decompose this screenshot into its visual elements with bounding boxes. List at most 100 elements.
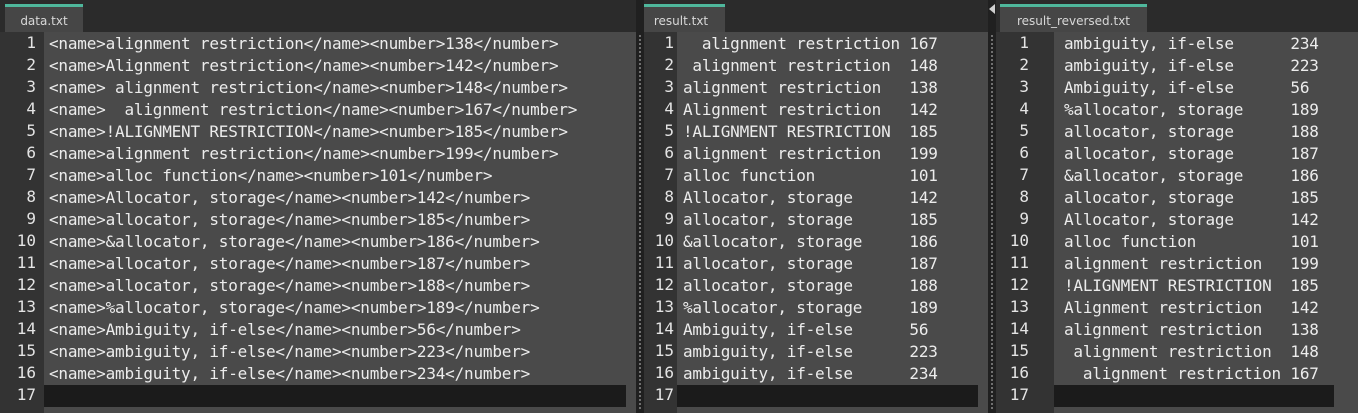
line-number: 8 [1019, 187, 1029, 206]
line-number: 10 [16, 231, 36, 250]
tab-bar: result.txt [644, 0, 988, 32]
editor-pane-result[interactable]: result.txt 1 2 3 4 5 6 7 8 9 10 11 12 13 14 15 16 17 ali… [644, 0, 988, 413]
current-line[interactable] [677, 385, 978, 407]
editor-pane-data[interactable]: data.txt 1 2 3 4 5 6 7 8 9 10 11 12 13 14 15 16 17 <name… [0, 0, 636, 413]
code-line[interactable]: allocator, storage 185 [677, 209, 978, 231]
line-number: 9 [26, 209, 36, 228]
line-number: 17 [16, 385, 36, 404]
text-editor-area[interactable]: alignment restriction 167 alignment rest… [677, 32, 988, 413]
code-line[interactable]: alignment restriction 138 [1054, 319, 1334, 341]
code-line[interactable]: alloc function 101 [677, 165, 978, 187]
line-number: 3 [1019, 77, 1029, 96]
pane-splitter[interactable] [988, 0, 996, 413]
line-number: 16 [654, 363, 674, 382]
line-number: 11 [16, 253, 36, 272]
text-editor-area[interactable]: ambiguity, if-else 234 ambiguity, if-else… [1054, 32, 1358, 413]
code-line[interactable]: <name>ambiguity, if-else</name><number>2… [44, 341, 626, 363]
code-line[interactable]: <name>alloc function</name><number>101</… [44, 165, 626, 187]
code-line[interactable]: %allocator, storage 189 [677, 297, 978, 319]
tab-data-txt[interactable]: data.txt [5, 4, 83, 32]
line-number: 8 [664, 187, 674, 206]
chevron-left-icon[interactable] [989, 4, 995, 14]
line-number: 14 [1009, 319, 1029, 338]
code-line[interactable]: allocator, storage 185 [1054, 187, 1334, 209]
line-number: 4 [26, 99, 36, 118]
code-line[interactable]: <name>Allocator, storage</name><number>1… [44, 187, 626, 209]
code-line[interactable]: <name>%allocator, storage</name><number>… [44, 297, 626, 319]
tab-bar: result_reversed.txt [996, 0, 1358, 32]
code-line[interactable]: <name> alignment restriction</name><numb… [44, 77, 626, 99]
code-line[interactable]: <name>Ambiguity, if-else</name><number>5… [44, 319, 626, 341]
code-line[interactable]: alignment restriction 148 [677, 55, 978, 77]
line-number: 2 [1019, 55, 1029, 74]
code-line[interactable]: <name>allocator, storage</name><number>1… [44, 253, 626, 275]
line-number: 8 [26, 187, 36, 206]
tab-result-txt[interactable]: result.txt [644, 4, 725, 32]
code-line[interactable]: Alignment restriction 142 [1054, 297, 1334, 319]
code-line[interactable]: <name>Alignment restriction</name><numbe… [44, 55, 626, 77]
line-number: 3 [26, 77, 36, 96]
code-line[interactable]: alignment restriction 148 [1054, 341, 1334, 363]
code-line[interactable]: <name>allocator, storage</name><number>1… [44, 275, 626, 297]
code-line[interactable]: alignment restriction 199 [677, 143, 978, 165]
code-line[interactable]: <name>ambiguity, if-else</name><number>2… [44, 363, 626, 385]
line-number: 13 [654, 297, 674, 316]
line-number: 11 [654, 253, 674, 272]
code-line[interactable]: <name>alignment restriction</name><numbe… [44, 33, 626, 55]
line-number: 2 [664, 55, 674, 74]
editor-window: data.txt 1 2 3 4 5 6 7 8 9 10 11 12 13 14 15 16 17 <name… [0, 0, 1358, 413]
editor-pane-result-reversed[interactable]: result_reversed.txt 1 2 3 4 5 6 7 8 9 10 11 12 13 14 1… [996, 0, 1358, 413]
code-line[interactable]: <name>alignment restriction</name><numbe… [44, 143, 626, 165]
pane-splitter[interactable] [636, 0, 644, 413]
tab-bar: data.txt [0, 0, 636, 32]
tab-result-reversed-txt[interactable]: result_reversed.txt [1000, 4, 1147, 32]
line-number-gutter: 1 2 3 4 5 6 7 8 9 10 11 12 13 14 15 16 17 [996, 32, 1054, 413]
code-line[interactable]: allocator, storage 188 [677, 275, 978, 297]
line-number: 15 [654, 341, 674, 360]
code-line[interactable]: Allocator, storage 142 [1054, 209, 1334, 231]
code-line[interactable]: alignment restriction 167 [1054, 363, 1334, 385]
line-number: 14 [16, 319, 36, 338]
code-line[interactable]: <name> alignment restriction</name><numb… [44, 99, 626, 121]
line-number: 2 [26, 55, 36, 74]
line-number: 6 [26, 143, 36, 162]
code-line[interactable]: alloc function 101 [1054, 231, 1334, 253]
line-number: 1 [664, 33, 674, 52]
code-line[interactable]: Allocator, storage 142 [677, 187, 978, 209]
current-line[interactable] [1054, 385, 1334, 407]
line-number: 13 [16, 297, 36, 316]
code-line[interactable]: !ALIGNMENT RESTRICTION 185 [677, 121, 978, 143]
line-number: 14 [654, 319, 674, 338]
code-line[interactable]: ambiguity, if-else 234 [1054, 33, 1334, 55]
code-line[interactable]: ambiguity, if-else 234 [677, 363, 978, 385]
code-line[interactable]: Ambiguity, if-else 56 [677, 319, 978, 341]
code-line[interactable]: allocator, storage 188 [1054, 121, 1334, 143]
code-line[interactable]: ambiguity, if-else 223 [677, 341, 978, 363]
code-line[interactable]: <name>allocator, storage</name><number>1… [44, 209, 626, 231]
line-number: 5 [1019, 121, 1029, 140]
line-number: 9 [1019, 209, 1029, 228]
current-line[interactable] [44, 385, 626, 407]
code-line[interactable]: alignment restriction 167 [677, 33, 978, 55]
code-line[interactable]: Alignment restriction 142 [677, 99, 978, 121]
text-editor-area[interactable]: <name>alignment restriction</name><numbe… [44, 32, 636, 413]
line-number: 12 [1009, 275, 1029, 294]
code-line[interactable]: %allocator, storage 189 [1054, 99, 1334, 121]
line-number: 15 [16, 341, 36, 360]
code-line[interactable]: allocator, storage 187 [677, 253, 978, 275]
line-number: 17 [1009, 385, 1029, 404]
code-line[interactable]: allocator, storage 187 [1054, 143, 1334, 165]
code-line[interactable]: alignment restriction 138 [677, 77, 978, 99]
code-line[interactable]: &allocator, storage 186 [677, 231, 978, 253]
code-line[interactable]: &allocator, storage 186 [1054, 165, 1334, 187]
line-number: 15 [1009, 341, 1029, 360]
code-line[interactable]: Ambiguity, if-else 56 [1054, 77, 1334, 99]
code-line[interactable]: ambiguity, if-else 223 [1054, 55, 1334, 77]
line-number: 4 [664, 99, 674, 118]
line-number: 16 [16, 363, 36, 382]
code-line[interactable]: alignment restriction 199 [1054, 253, 1334, 275]
code-line[interactable]: !ALIGNMENT RESTRICTION 185 [1054, 275, 1334, 297]
line-number: 10 [654, 231, 674, 250]
code-line[interactable]: <name>&allocator, storage</name><number>… [44, 231, 626, 253]
code-line[interactable]: <name>!ALIGNMENT RESTRICTION</name><numb… [44, 121, 626, 143]
